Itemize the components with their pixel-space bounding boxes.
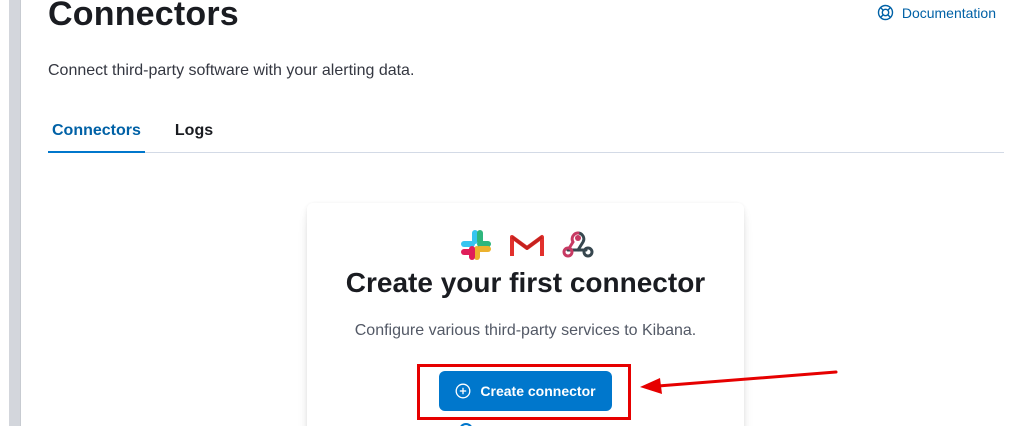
connectors-page: Connectors Documentation Connect third-p…	[0, 0, 1028, 426]
page-subtitle: Connect third-party software with your a…	[48, 62, 415, 79]
documentation-link-label: Documentation	[901, 4, 996, 21]
left-gutter	[0, 0, 9, 426]
webhook-icon	[560, 227, 596, 263]
tab-logs[interactable]: Logs	[171, 112, 217, 153]
connector-logos	[458, 227, 596, 263]
highlight-box	[417, 364, 631, 420]
empty-state-description: Configure various third-party services t…	[354, 322, 697, 339]
side-nav-bar	[9, 0, 21, 426]
annotation-arrow	[640, 370, 838, 394]
documentation-link[interactable]: Documentation	[877, 4, 996, 21]
slack-icon	[458, 227, 494, 263]
gmail-icon	[509, 227, 545, 263]
empty-state-title: Create your first connector	[345, 267, 706, 298]
help-lifebuoy-icon	[877, 4, 894, 21]
tab-connectors[interactable]: Connectors	[48, 112, 145, 153]
tab-bar: Connectors Logs	[48, 112, 1004, 153]
page-title: Connectors	[48, 0, 239, 33]
